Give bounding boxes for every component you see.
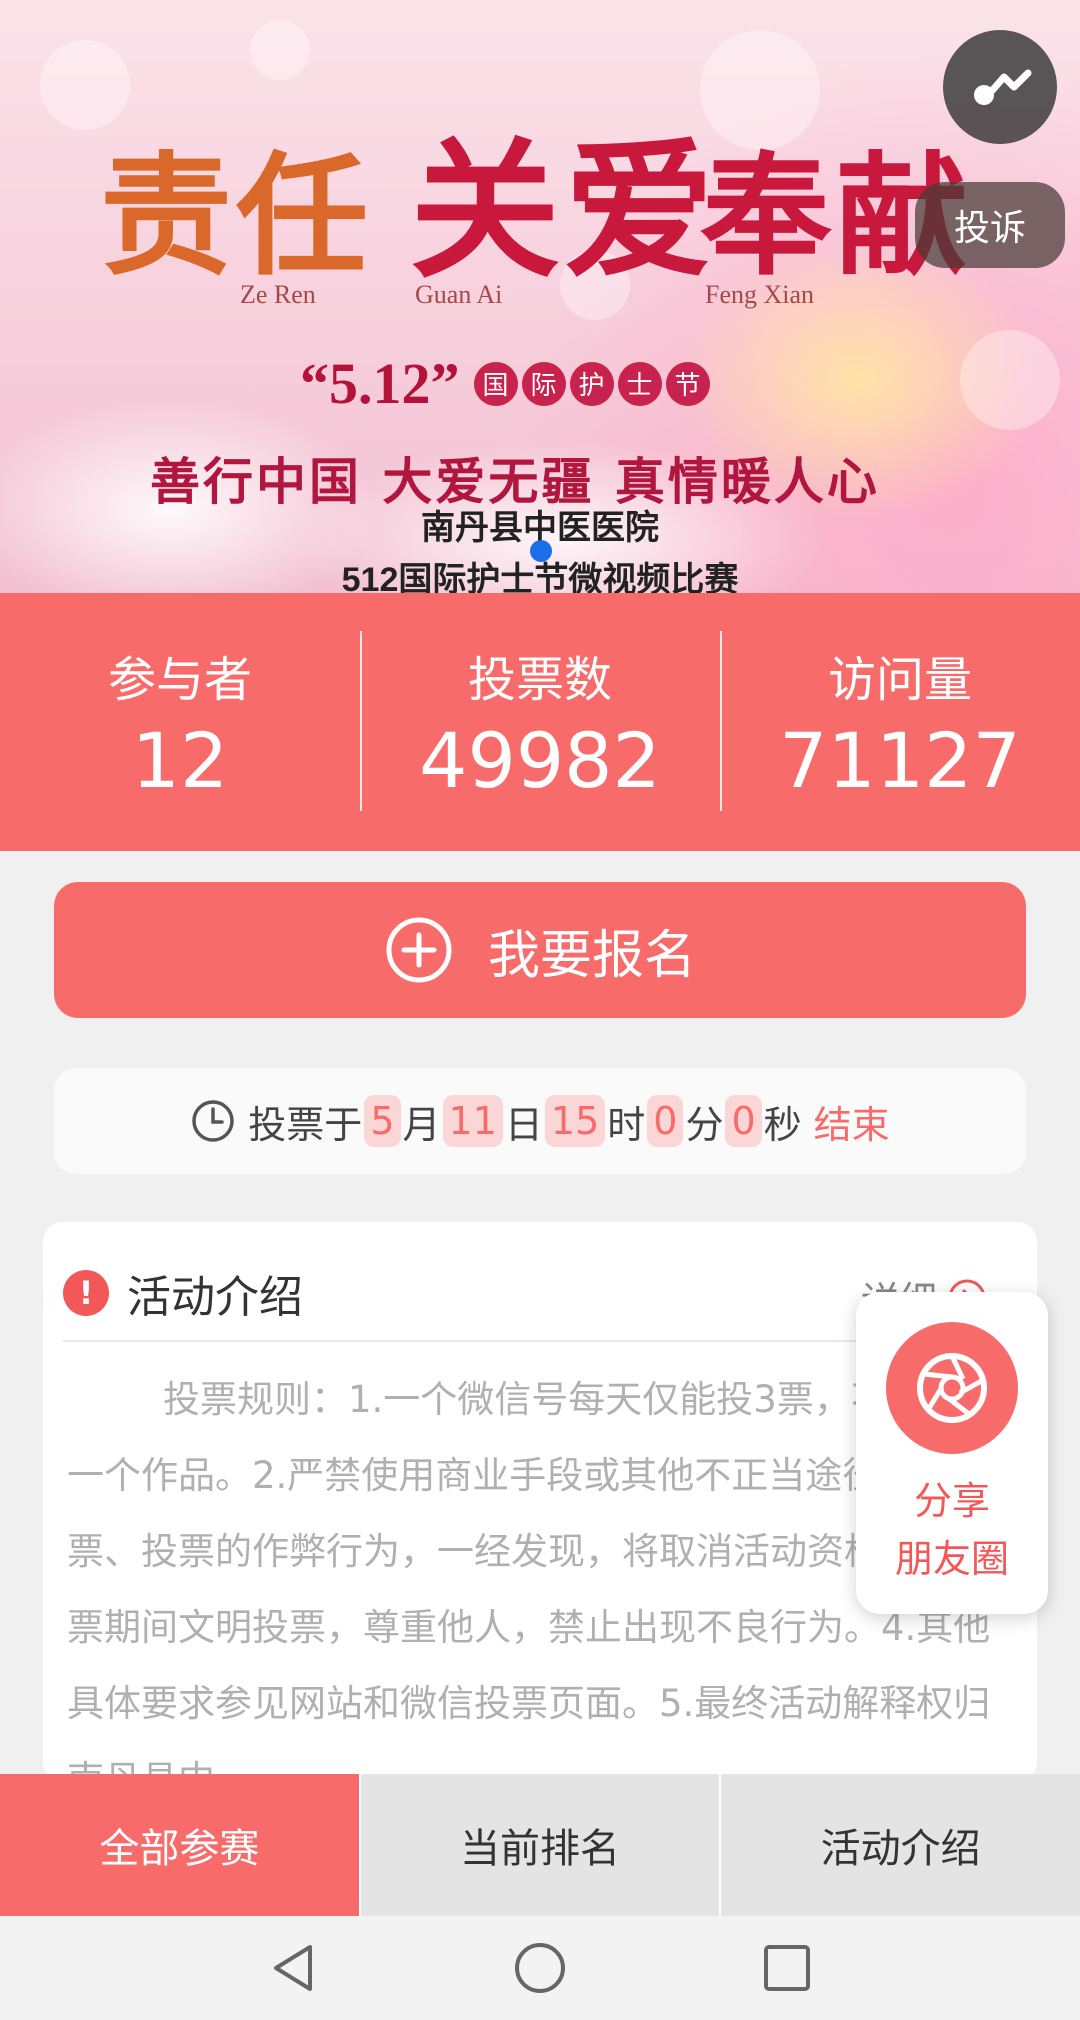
banner: 责任 关爱 奉献 Ze Ren Guan Ai Feng Xian “5.12”…: [0, 0, 1080, 593]
plus-circle-icon: [384, 915, 454, 985]
system-nav-bar: [0, 1916, 1080, 2020]
festival-char: 国: [473, 361, 518, 406]
festival-number: “5.12”: [300, 351, 460, 416]
share-label: 分享 朋友圈: [895, 1472, 1009, 1588]
festival-heading: “5.12” 国 际 护 士 节: [300, 350, 714, 417]
countdown-hour: 15: [544, 1095, 606, 1147]
music-note-icon: [968, 63, 1032, 111]
countdown-prefix: 投票于: [248, 1102, 363, 1147]
stat-value: 12: [131, 715, 229, 805]
stat-visits: 访问量 71127: [720, 593, 1080, 851]
banner-pinyin-3: Feng Xian: [705, 280, 815, 309]
card-title: 活动介绍: [127, 1272, 303, 1323]
clock-icon: [190, 1098, 236, 1144]
festival-char: 节: [665, 361, 710, 406]
stat-participants: 参与者 12: [0, 593, 360, 851]
festival-char: 士: [617, 361, 662, 406]
stat-votes: 投票数 49982: [360, 593, 720, 851]
banner-title-1: 责任: [100, 139, 372, 294]
share-moments-button[interactable]: 分享 朋友圈: [856, 1292, 1048, 1614]
touch-indicator: [530, 540, 552, 562]
bottom-tab-bar: 全部参赛 当前排名 活动介绍: [0, 1774, 1080, 1916]
countdown-day: 11: [442, 1095, 503, 1147]
banner-pinyin-1: Ze Ren: [240, 280, 316, 309]
stat-label: 投票数: [467, 651, 612, 708]
countdown-unit: 分: [685, 1102, 724, 1147]
tab-all-entries[interactable]: 全部参赛: [0, 1774, 359, 1916]
stats-bar: 参与者 12 投票数 49982 访问量 71127: [0, 593, 1080, 851]
countdown-minute: 0: [647, 1095, 684, 1147]
vote-countdown: 投票于 5 月 11 日 15 时 0 分 0 秒 结束: [54, 1068, 1026, 1174]
stat-label: 访问量: [827, 651, 972, 708]
stat-value: 71127: [779, 715, 1021, 805]
tab-current-ranking[interactable]: 当前排名: [358, 1774, 720, 1916]
share-label-line2: 朋友圈: [894, 1537, 1009, 1581]
festival-char: 际: [521, 361, 566, 406]
countdown-unit: 月: [402, 1102, 441, 1147]
countdown-unit: 日: [504, 1102, 543, 1147]
complain-button[interactable]: 投诉: [915, 182, 1065, 268]
register-label: 我要报名: [487, 925, 696, 986]
countdown-suffix: 结束: [813, 1102, 890, 1147]
exclamation-icon: !: [63, 1270, 109, 1316]
share-label-line1: 分享: [913, 1479, 990, 1523]
register-button[interactable]: 我要报名: [54, 882, 1026, 1018]
countdown-unit: 时: [607, 1102, 646, 1147]
tab-activity-intro[interactable]: 活动介绍: [719, 1774, 1080, 1916]
festival-char: 护: [569, 361, 614, 406]
back-icon[interactable]: [268, 1941, 318, 1995]
countdown-month: 5: [364, 1095, 401, 1147]
stat-label: 参与者: [107, 651, 252, 708]
countdown-second: 0: [725, 1095, 762, 1147]
countdown-unit: 秒: [763, 1102, 802, 1147]
banner-pinyin-2: Guan Ai: [415, 280, 503, 309]
home-icon[interactable]: [513, 1941, 567, 1995]
banner-title-2: 关爱: [410, 123, 719, 299]
shutter-icon: [886, 1322, 1018, 1454]
music-toggle-button[interactable]: [943, 30, 1057, 144]
stat-value: 49982: [419, 715, 661, 805]
recents-icon[interactable]: [762, 1943, 812, 1993]
